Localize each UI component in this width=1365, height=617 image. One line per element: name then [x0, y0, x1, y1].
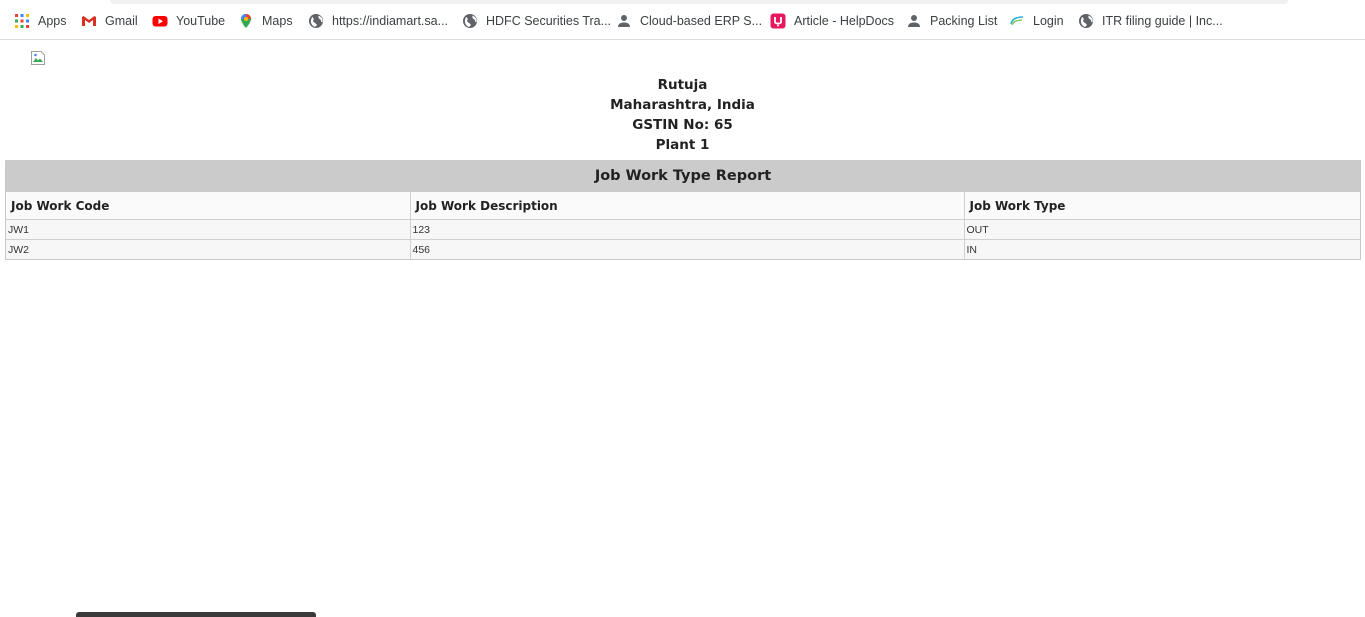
- globe-icon: [308, 13, 324, 29]
- company-header: Rutuja Maharashtra, India GSTIN No: 65 P…: [0, 75, 1365, 155]
- bookmark-label: Packing List: [930, 14, 998, 28]
- bottom-overlay-bar: [76, 612, 316, 617]
- helpdocs-icon: [770, 13, 786, 29]
- bookmark-label: Cloud-based ERP S...: [640, 14, 763, 28]
- cell-job-work-code: JW2: [6, 239, 411, 259]
- bookmark-label: Login: [1033, 14, 1064, 28]
- bookmark-label: Apps: [38, 14, 67, 28]
- person-icon: [616, 13, 632, 29]
- bookmark-label: Gmail: [105, 14, 138, 28]
- job-work-type-report: Job Work Type Report Job Work Code Job W…: [5, 160, 1361, 260]
- person-icon: [906, 13, 922, 29]
- bookmark-cloud-erp[interactable]: Cloud-based ERP S...: [616, 11, 762, 31]
- bookmark-apps[interactable]: Apps: [14, 11, 67, 31]
- report-title: Job Work Type Report: [6, 161, 1360, 192]
- bookmark-label: ITR filing guide | Inc...: [1102, 14, 1223, 28]
- bookmark-label: YouTube: [176, 14, 226, 28]
- bookmark-label: Maps: [262, 14, 293, 28]
- bookmark-label: HDFC Securities Tra...: [486, 14, 612, 28]
- column-header-description: Job Work Description: [409, 192, 965, 220]
- bookmark-helpdocs[interactable]: Article - HelpDocs: [770, 11, 894, 31]
- youtube-icon: [152, 13, 168, 29]
- bookmarks-bar: Apps Gmail YouTube Maps https://indiamar…: [0, 0, 1365, 40]
- bookmark-hdfc[interactable]: HDFC Securities Tra...: [462, 11, 611, 31]
- cell-job-work-code: JW1: [6, 219, 411, 240]
- table-row: JW1 123 OUT: [6, 219, 1360, 240]
- company-plant: Plant 1: [655, 137, 710, 153]
- broken-logo-image-icon: [30, 50, 46, 66]
- gmail-icon: [81, 13, 97, 29]
- table-row: JW2 456 IN: [6, 239, 1360, 259]
- table-header-row: Job Work Code Job Work Description Job W…: [6, 192, 1360, 220]
- bookmark-gmail[interactable]: Gmail: [81, 11, 138, 31]
- column-header-type: Job Work Type: [963, 192, 1360, 220]
- bookmark-indiamart[interactable]: https://indiamart.sa...: [308, 11, 448, 31]
- company-gstin: GSTIN No: 65: [632, 117, 733, 133]
- globe-icon: [462, 13, 478, 29]
- column-header-code: Job Work Code: [6, 192, 411, 220]
- maps-pin-icon: [238, 13, 254, 29]
- cell-job-work-type: IN: [963, 239, 1360, 259]
- bookmark-itr-guide[interactable]: ITR filing guide | Inc...: [1078, 11, 1223, 31]
- bookmark-youtube[interactable]: YouTube: [152, 11, 225, 31]
- bookmark-packing-list[interactable]: Packing List: [906, 11, 997, 31]
- report-table: Job Work Code Job Work Description Job W…: [6, 192, 1360, 259]
- bookmark-login[interactable]: Login: [1009, 11, 1064, 31]
- cell-job-work-description: 123: [409, 219, 965, 240]
- cell-job-work-type: OUT: [963, 219, 1360, 240]
- bookmark-maps[interactable]: Maps: [238, 11, 293, 31]
- globe-icon: [1078, 13, 1094, 29]
- login-logo-icon: [1009, 13, 1025, 29]
- cell-job-work-description: 456: [409, 239, 965, 259]
- bookmark-label: https://indiamart.sa...: [332, 14, 449, 28]
- company-name: Rutuja: [657, 77, 708, 93]
- company-location: Maharashtra, India: [610, 97, 755, 113]
- bookmark-label: Article - HelpDocs: [794, 14, 895, 28]
- apps-grid-icon: [14, 13, 30, 29]
